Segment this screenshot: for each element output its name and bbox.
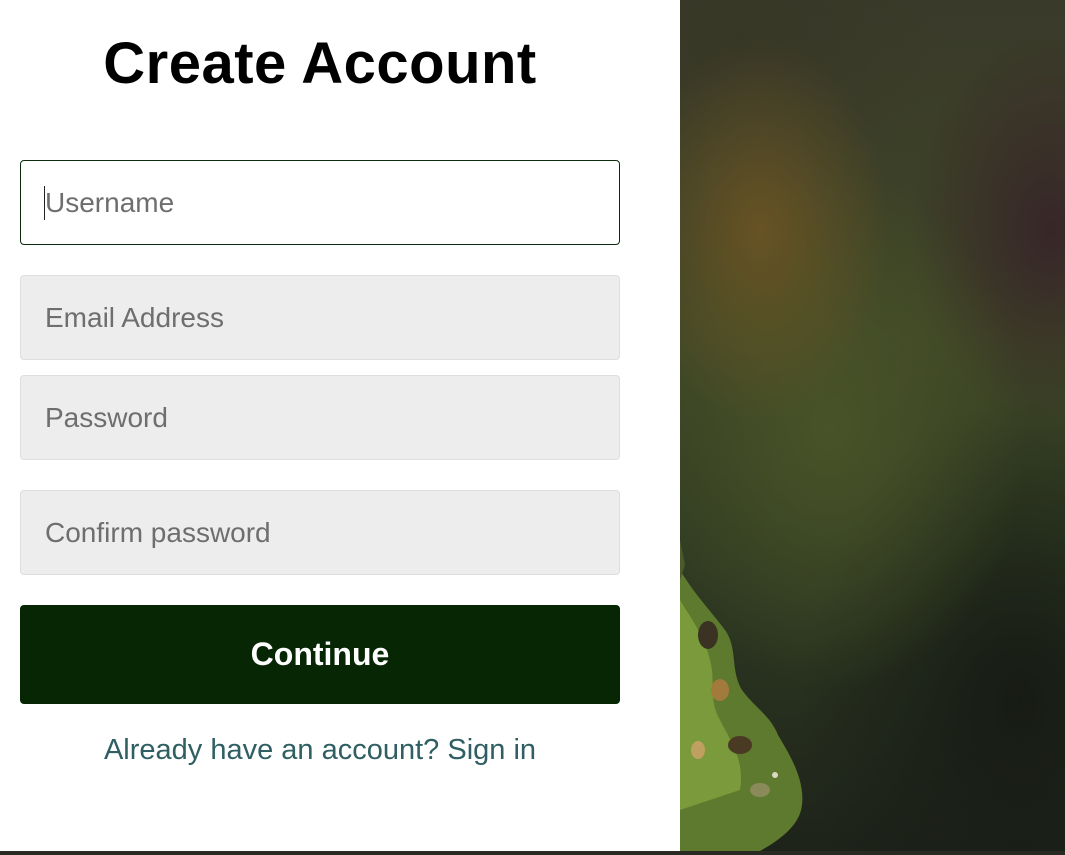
bottom-edge bbox=[0, 851, 1065, 855]
email-input[interactable] bbox=[20, 275, 620, 360]
continue-button[interactable]: Continue bbox=[20, 605, 620, 704]
confirm-password-input[interactable] bbox=[20, 490, 620, 575]
signup-form-panel: Create Account Continue Already have an … bbox=[0, 0, 680, 851]
leaf-foliage-image bbox=[680, 540, 803, 851]
background-photo bbox=[680, 0, 1065, 851]
password-input[interactable] bbox=[20, 375, 620, 460]
username-input[interactable] bbox=[20, 160, 620, 245]
sign-in-link[interactable]: Already have an account? Sign in bbox=[0, 734, 640, 767]
page-title: Create Account bbox=[103, 31, 537, 96]
text-caret bbox=[44, 186, 45, 220]
